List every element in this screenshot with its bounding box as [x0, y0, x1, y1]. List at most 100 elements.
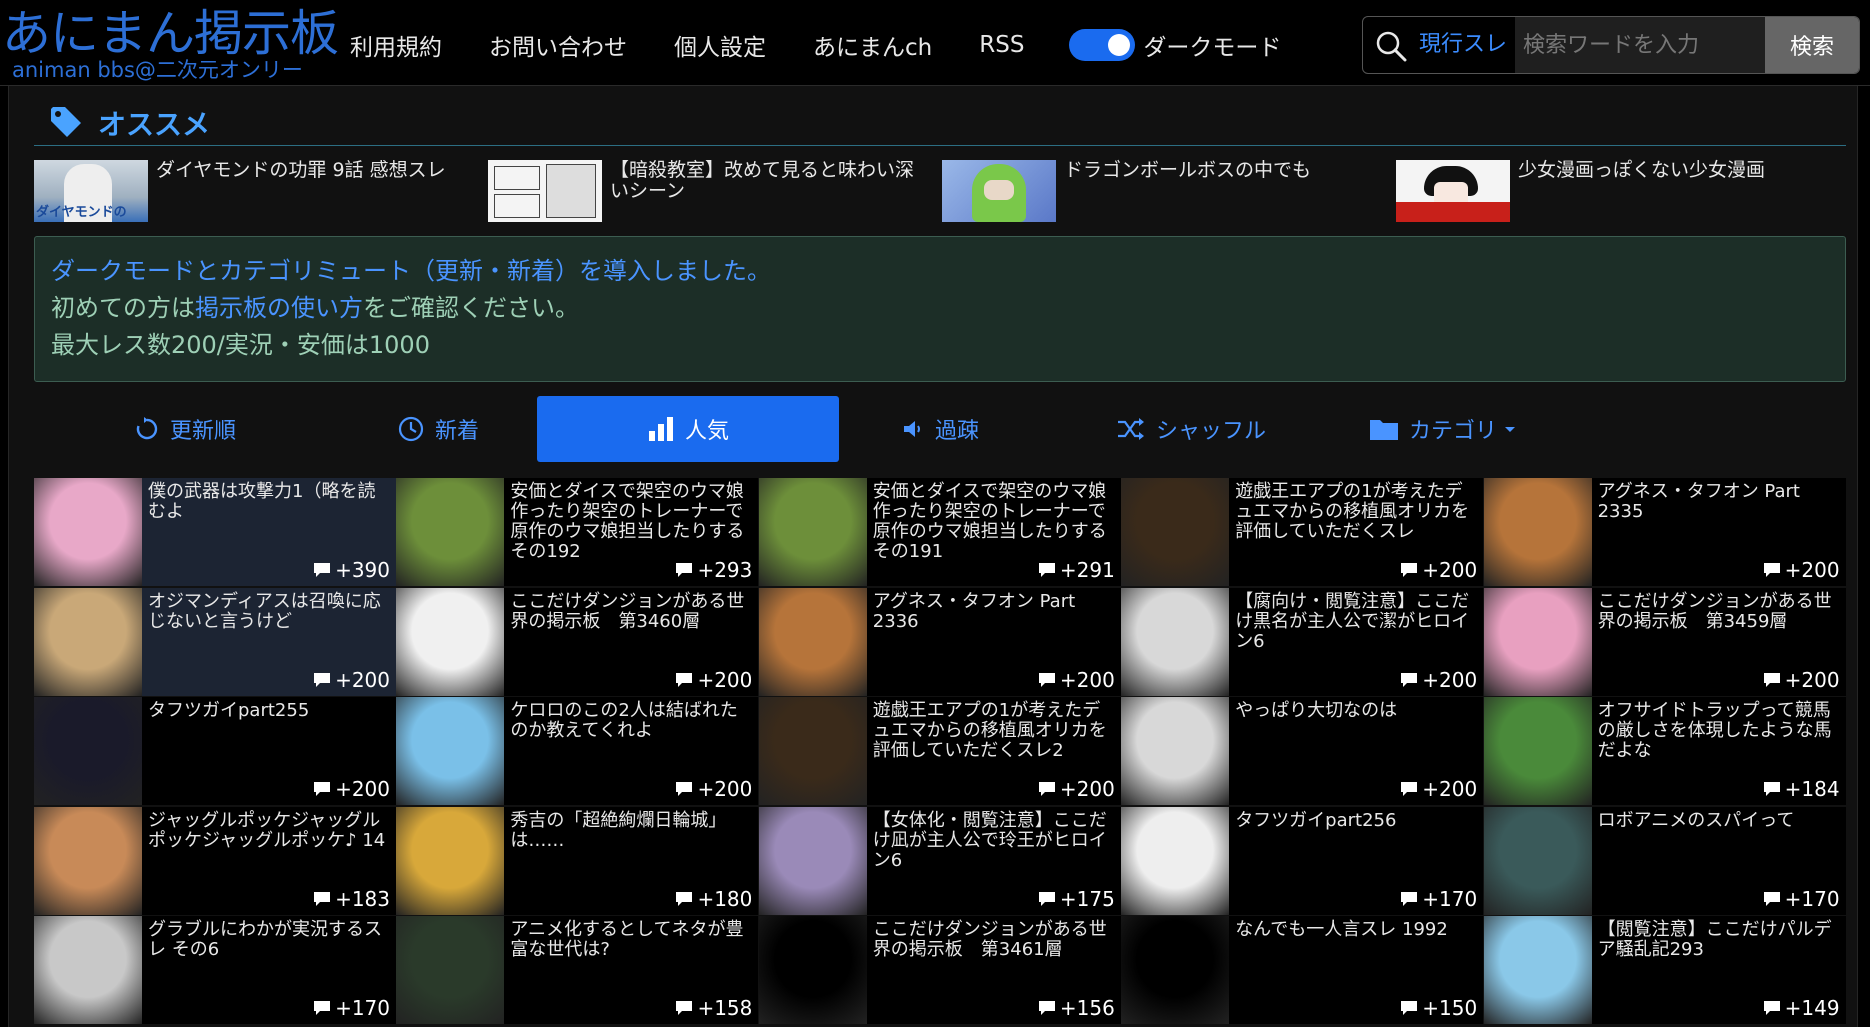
nav-terms[interactable]: 利用規約 [350, 28, 442, 62]
tab-new-label: 新着 [434, 419, 479, 444]
recommend-list: ダイヤモンドの ダイヤモンドの功罪 9話 感想スレ 【暗殺教室】改めて見ると味わ… [34, 160, 1846, 224]
recommend-thumbnail: ダイヤモンドの [34, 160, 148, 222]
thread-card[interactable]: タフツガイpart256 +170 [1121, 806, 1484, 915]
thread-count-value: +200 [335, 777, 390, 802]
thread-card[interactable]: 僕の武器は攻撃力1（略を読むよ +390 [34, 478, 396, 586]
thread-card[interactable]: ジャッグルポッケジャッグルポッケジャッグルポッケ♪ 14 +183 [34, 806, 396, 915]
thread-card[interactable]: ロボアニメのスパイって +170 [1483, 806, 1846, 915]
thread-card[interactable]: ここだけダンジョンがある世界の掲示板 第3459層 +200 [1483, 587, 1846, 696]
thread-title: 安価とダイスで架空のウマ娘作ったり架空のトレーナーで原作のウマ娘担当したりするそ… [872, 481, 1107, 562]
thread-card[interactable]: アグネス・タフオン Part 2335 +200 [1483, 478, 1846, 586]
thread-card[interactable]: 秀吉の「超絶絢爛日輪城」は…… +180 [396, 806, 759, 915]
site-logo[interactable]: あにまん掲示板 animan bbs@二次元オンリー [0, 4, 339, 84]
dark-mode-label: ダークモード [1143, 35, 1282, 61]
thread-title: オフサイドトラップって競馬の厳しさを体現したような馬だよな [1597, 700, 1832, 762]
thread-count-value: +291 [1059, 558, 1115, 582]
thread-count-value: +200 [697, 777, 753, 802]
recommend-header: オススメ [34, 106, 1846, 146]
thread-card[interactable]: 遊戯王エアプの1が考えたデュエマからの移植風オリカを評価していただくスレ2 +20… [758, 697, 1121, 806]
nav-animanch[interactable]: あにまんch [813, 28, 932, 62]
search-icon [1376, 31, 1407, 62]
nav-settings[interactable]: 個人設定 [674, 28, 766, 62]
nav-rss[interactable]: RSS [979, 32, 1024, 58]
notice-guide-pre: 初めての方は [51, 294, 195, 322]
search-scope[interactable]: 現行スレ [1419, 17, 1507, 73]
guide-link[interactable]: 掲示板の使い方 [195, 294, 363, 322]
thread-card[interactable]: 【腐向け・閲覧注意】ここだけ黒名が主人公で潔がヒロイン6 +200 [1121, 587, 1484, 696]
comment-icon [314, 782, 331, 797]
thread-card[interactable]: オフサイドトラップって競馬の厳しさを体現したような馬だよな +184 [1483, 697, 1846, 806]
thread-card[interactable]: 【女体化・閲覧注意】ここだけ凪が主人公で玲王がヒロイン6 +175 [758, 806, 1121, 915]
thread-card[interactable]: 【閲覧注意】ここだけパルデア騒乱記293 +149 [1483, 916, 1846, 1025]
tab-sparse-label: 過疎 [934, 419, 979, 444]
thread-thumbnail [34, 916, 142, 1025]
recommend-item[interactable]: 少女漫画っぽくない少女漫画 [1396, 160, 1836, 224]
thread-title: 遊戯王エアプの1が考えたデュエマからの移植風オリカを評価していただくスレ [1235, 481, 1470, 542]
logo-subtitle: animan bbs@二次元オンリー [12, 58, 303, 82]
thread-thumbnail [1121, 478, 1230, 586]
recommend-item[interactable]: ドラゴンボールボスの中でも [942, 160, 1382, 224]
dark-mode-toggle[interactable] [1069, 29, 1136, 61]
thread-title: タフツガイpart256 [1235, 809, 1397, 831]
thread-title: なんでも一人言スレ 1992 [1235, 919, 1448, 941]
thread-count-value: +156 [1059, 996, 1115, 1021]
recommend-thumb-caption: ダイヤモンドの [36, 205, 127, 220]
thread-count-value: +170 [1784, 886, 1840, 911]
comment-icon [676, 891, 693, 906]
thread-card[interactable]: 遊戯王エアプの1が考えたデュエマからの移植風オリカを評価していただくスレ +200 [1121, 478, 1484, 586]
thread-title: ケロロのこの2人は結ばれたのか教えてくれよ [510, 700, 738, 742]
thread-card[interactable]: タフツガイpart255 +200 [34, 697, 396, 806]
thread-thumbnail [1483, 478, 1592, 586]
thread-thumbnail [1483, 587, 1592, 696]
thread-thumbnail [758, 587, 867, 696]
thread-count-value: +184 [1784, 777, 1840, 802]
thread-count: +200 [1763, 558, 1840, 582]
thread-count-value: +158 [697, 996, 753, 1021]
thread-title: ここだけダンジョンがある世界の掲示板 第3459層 [1597, 590, 1832, 632]
thread-card[interactable]: 安価とダイスで架空のウマ娘作ったり架空のトレーナーで原作のウマ娘担当したりするそ… [396, 478, 759, 586]
thread-thumbnail [34, 587, 142, 696]
tab-category[interactable]: カテゴリ [1292, 396, 1594, 462]
thread-card[interactable]: グラブルにわかが実況するスレ その6 +170 [34, 916, 396, 1025]
comment-icon [1038, 782, 1055, 797]
dark-mode-switch: ダークモード [1069, 28, 1281, 62]
thread-thumbnail [1483, 697, 1592, 806]
tab-shuffle-label: シャッフル [1155, 419, 1266, 444]
thread-card[interactable]: なんでも一人言スレ 1992 +150 [1121, 916, 1484, 1025]
logo-title[interactable]: あにまん掲示板 [2, 4, 339, 64]
thread-title: アグネス・タフオン Part 2335 [1597, 481, 1800, 522]
comment-icon [1038, 1001, 1055, 1016]
thread-title: 安価とダイスで架空のウマ娘作ったり架空のトレーナーで原作のウマ娘担当したりするそ… [510, 481, 745, 562]
thread-card[interactable]: アニメ化するとしてネタが豊富な世代は? +158 [396, 916, 759, 1025]
notice-box: ダークモードとカテゴリミュート（更新・新着）を導入しました。 初めての方は掲示板… [34, 236, 1846, 382]
thread-card[interactable]: ここだけダンジョンがある世界の掲示板 第3461層 +156 [758, 916, 1121, 1025]
comment-icon [1038, 563, 1055, 577]
thread-card[interactable]: ここだけダンジョンがある世界の掲示板 第3460層 +200 [396, 587, 759, 696]
thread-card[interactable]: オジマンディアスは召喚に応じないと言うけど +200 [34, 587, 396, 696]
search-button[interactable]: 検索 [1765, 17, 1859, 73]
thread-thumbnail [758, 916, 867, 1025]
thread-count: +149 [1763, 996, 1840, 1020]
clock-icon [398, 416, 424, 442]
thread-card[interactable]: やっぱり大切なのは +200 [1121, 697, 1484, 806]
thread-count: +200 [1763, 668, 1840, 692]
thread-thumbnail [1121, 916, 1230, 1025]
search-input[interactable] [1515, 17, 1767, 73]
thread-title: オジマンディアスは召喚に応じないと言うけど [148, 590, 381, 632]
thread-count: +200 [675, 777, 752, 801]
thread-count-value: +183 [335, 886, 390, 911]
thread-card[interactable]: 安価とダイスで架空のウマ娘作ったり架空のトレーナーで原作のウマ娘担当したりするそ… [758, 478, 1121, 586]
thread-thumbnail [1121, 587, 1230, 696]
thread-card[interactable]: ケロロのこの2人は結ばれたのか教えてくれよ +200 [396, 697, 759, 806]
thread-count-value: +180 [697, 886, 753, 911]
comment-icon [1763, 672, 1780, 687]
comment-icon [1401, 782, 1418, 797]
thread-title: ジャッグルポッケジャッグルポッケジャッグルポッケ♪ 14 [148, 809, 386, 851]
comment-icon [1401, 672, 1418, 687]
notice-update-link[interactable]: ダークモードとカテゴリミュート（更新・新着）を導入しました。 [51, 257, 771, 285]
nav-contact[interactable]: お問い合わせ [489, 28, 627, 62]
thread-card[interactable]: アグネス・タフオン Part 2336 +200 [758, 587, 1121, 696]
recommend-item[interactable]: 【暗殺教室】改めて見ると味わい深いシーン [488, 160, 928, 224]
comment-icon [314, 1001, 331, 1016]
recommend-item[interactable]: ダイヤモンドの ダイヤモンドの功罪 9話 感想スレ [34, 160, 474, 224]
